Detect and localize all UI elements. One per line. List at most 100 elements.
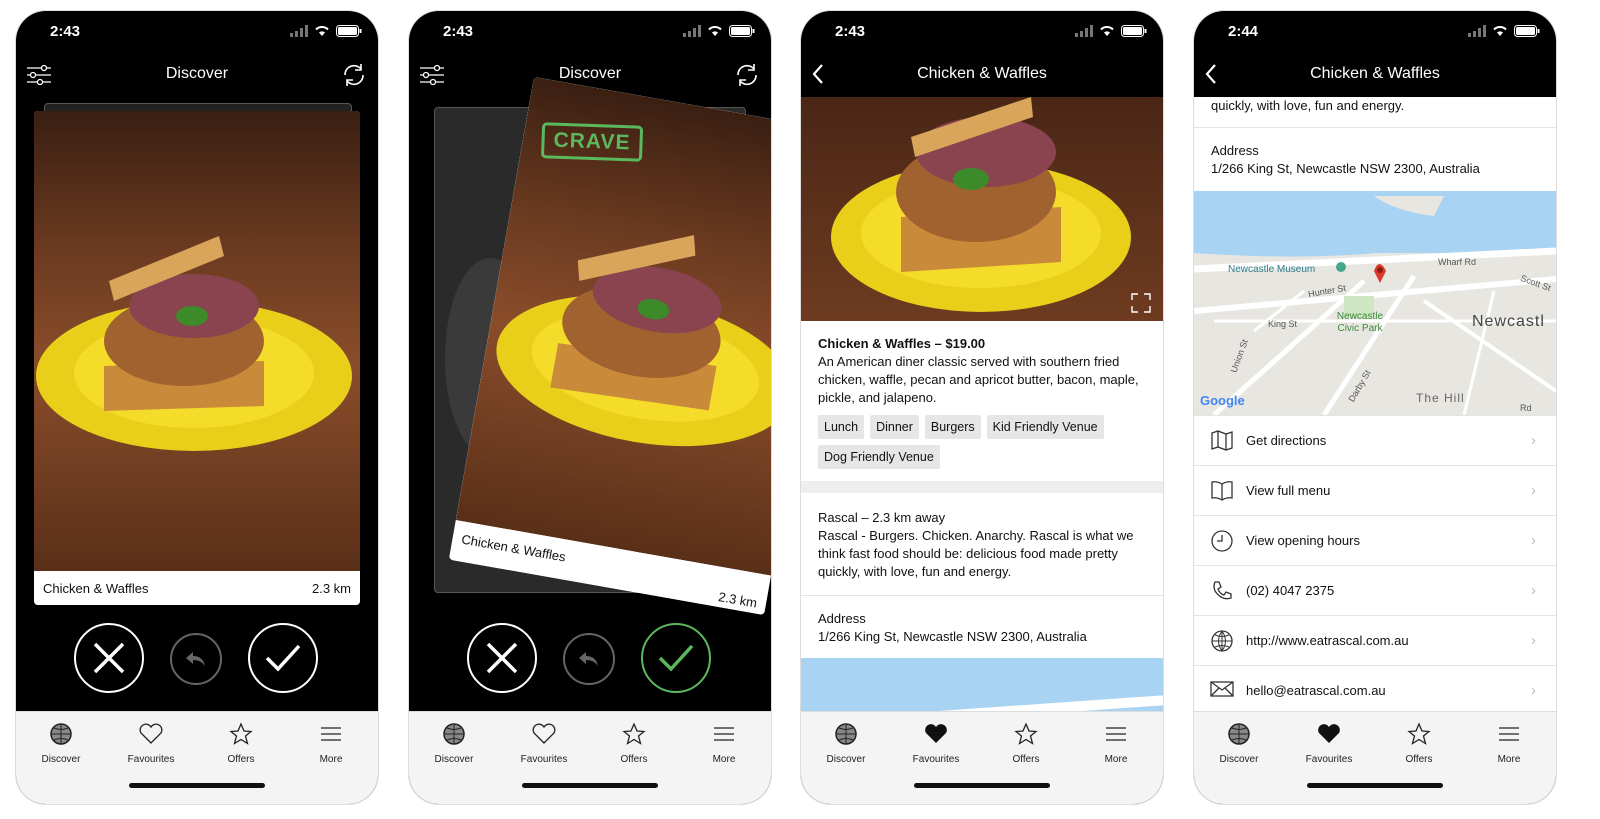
action-phone[interactable]: (02) 4047 2375 ›: [1194, 565, 1556, 615]
detail-scroll[interactable]: quickly, with love, fun and energy. Addr…: [1194, 97, 1556, 712]
tag[interactable]: Dinner: [870, 415, 919, 439]
map-icon: [1210, 429, 1234, 454]
tab-label: Offers: [620, 754, 648, 765]
home-indicator: [914, 783, 1050, 788]
chevron-right-icon: ›: [1531, 482, 1536, 499]
tab-label: Favourites: [1305, 754, 1353, 765]
signal-icon: [1468, 25, 1486, 37]
tab-more[interactable]: More: [291, 722, 371, 765]
tab-offers[interactable]: Offers: [986, 722, 1066, 765]
tab-label: Discover: [1219, 754, 1259, 765]
address-text: 1/266 King St, Newcastle NSW 2300, Austr…: [1211, 161, 1480, 176]
battery-icon: [729, 25, 755, 37]
reject-button[interactable]: [467, 623, 537, 693]
tab-favourites[interactable]: Favourites: [504, 722, 584, 765]
tab-more[interactable]: More: [1469, 722, 1549, 765]
tab-label: Discover: [434, 754, 474, 765]
status-icons: [290, 25, 362, 37]
map-label-museum: Newcastle Museum: [1228, 264, 1316, 275]
status-icons: [683, 25, 755, 37]
crave-stamp: CRAVE: [540, 122, 644, 162]
menu-icon: [321, 727, 341, 741]
tag[interactable]: Kid Friendly Venue: [986, 415, 1104, 439]
tab-offers[interactable]: Offers: [201, 722, 281, 765]
venue-map[interactable]: Newcastle Museum Hunter St Wharf Rd Scot…: [1194, 191, 1556, 415]
tab-discover[interactable]: Discover: [414, 722, 494, 765]
refresh-icon[interactable]: [340, 61, 368, 94]
tab-bar: Discover Favourites Offers More: [801, 711, 1163, 804]
tab-label: More: [712, 754, 736, 765]
like-button[interactable]: [248, 623, 318, 693]
map-preview[interactable]: Wharf Rd: [801, 658, 1163, 712]
tab-favourites[interactable]: Favourites: [896, 722, 976, 765]
status-icons: [1468, 25, 1540, 37]
tab-label: Discover: [41, 754, 81, 765]
chevron-right-icon: ›: [1531, 432, 1536, 449]
tab-offers[interactable]: Offers: [594, 722, 674, 765]
tag[interactable]: Lunch: [818, 415, 865, 439]
google-logo: Google: [1200, 393, 1245, 408]
clock-icon: [1210, 529, 1234, 556]
like-button[interactable]: [641, 623, 711, 693]
status-bar: 2:43: [409, 11, 771, 53]
undo-button[interactable]: [563, 633, 615, 685]
action-get-directions[interactable]: Get directions ›: [1194, 415, 1556, 465]
card-name: Chicken & Waffles: [43, 581, 149, 596]
expand-icon[interactable]: [1131, 293, 1151, 313]
home-indicator: [129, 783, 265, 788]
tag[interactable]: Burgers: [924, 415, 981, 439]
venue-heading: Rascal – 2.3 km away: [818, 510, 946, 525]
tab-label: Favourites: [912, 754, 960, 765]
tab-favourites[interactable]: Favourites: [111, 722, 191, 765]
tag-list: Lunch Dinner Burgers Kid Friendly Venue …: [818, 415, 1146, 469]
nav-bar: Chicken & Waffles: [801, 53, 1163, 97]
tab-more[interactable]: More: [684, 722, 764, 765]
battery-icon: [336, 25, 362, 37]
heart-filled-icon: [1318, 724, 1340, 743]
card-stack: Chicken & Waffles 2.3 km: [34, 103, 360, 605]
signal-icon: [683, 25, 701, 37]
food-card[interactable]: Chicken & Waffles 2.3 km: [34, 111, 360, 605]
tab-bar: Discover Favourites Offers More: [1194, 711, 1556, 804]
signal-icon: [1075, 25, 1093, 37]
status-time: 2:44: [1228, 23, 1259, 40]
venue-section: Rascal – 2.3 km away Rascal - Burgers. C…: [801, 493, 1163, 595]
refresh-icon[interactable]: [733, 61, 761, 94]
star-icon: [229, 722, 253, 745]
chevron-right-icon: ›: [1531, 582, 1536, 599]
tab-discover[interactable]: Discover: [806, 722, 886, 765]
tab-favourites[interactable]: Favourites: [1289, 722, 1369, 765]
tab-label: Favourites: [127, 754, 175, 765]
home-indicator: [1307, 783, 1443, 788]
wifi-icon: [315, 26, 329, 36]
tab-discover[interactable]: Discover: [1199, 722, 1279, 765]
reject-button[interactable]: [74, 623, 144, 693]
tag[interactable]: Dog Friendly Venue: [818, 445, 940, 469]
action-email[interactable]: hello@eatrascal.com.au ›: [1194, 665, 1556, 712]
address-text: 1/266 King St, Newcastle NSW 2300, Austr…: [818, 629, 1087, 644]
status-time: 2:43: [835, 23, 866, 40]
tab-discover[interactable]: Discover: [21, 722, 101, 765]
menu-icon: [714, 727, 734, 741]
tab-more[interactable]: More: [1076, 722, 1156, 765]
tab-label: Discover: [826, 754, 866, 765]
tab-label: Offers: [1405, 754, 1433, 765]
map-label-rd: Rd: [1520, 403, 1532, 413]
close-icon: [486, 642, 518, 674]
action-website[interactable]: http://www.eatrascal.com.au ›: [1194, 615, 1556, 665]
wifi-icon: [1493, 26, 1507, 36]
map-graphic: [1194, 191, 1556, 415]
section-gap: [801, 481, 1163, 493]
action-view-opening-hours[interactable]: View opening hours ›: [1194, 515, 1556, 565]
map-pin-icon: [1374, 264, 1386, 283]
detail-scroll[interactable]: Chicken & Waffles – $19.00 An American d…: [801, 97, 1163, 712]
action-view-full-menu[interactable]: View full menu ›: [1194, 465, 1556, 515]
status-bar: 2:43: [801, 11, 1163, 53]
tab-bar: Discover Favourites Offers More: [16, 711, 378, 804]
tab-offers[interactable]: Offers: [1379, 722, 1459, 765]
map-label-city: Newcastl: [1472, 313, 1545, 330]
undo-button[interactable]: [170, 633, 222, 685]
signal-icon: [290, 25, 308, 37]
map-label-civic-park: Newcastle Civic Park: [1336, 311, 1384, 334]
dish-section: Chicken & Waffles – $19.00 An American d…: [801, 321, 1163, 481]
